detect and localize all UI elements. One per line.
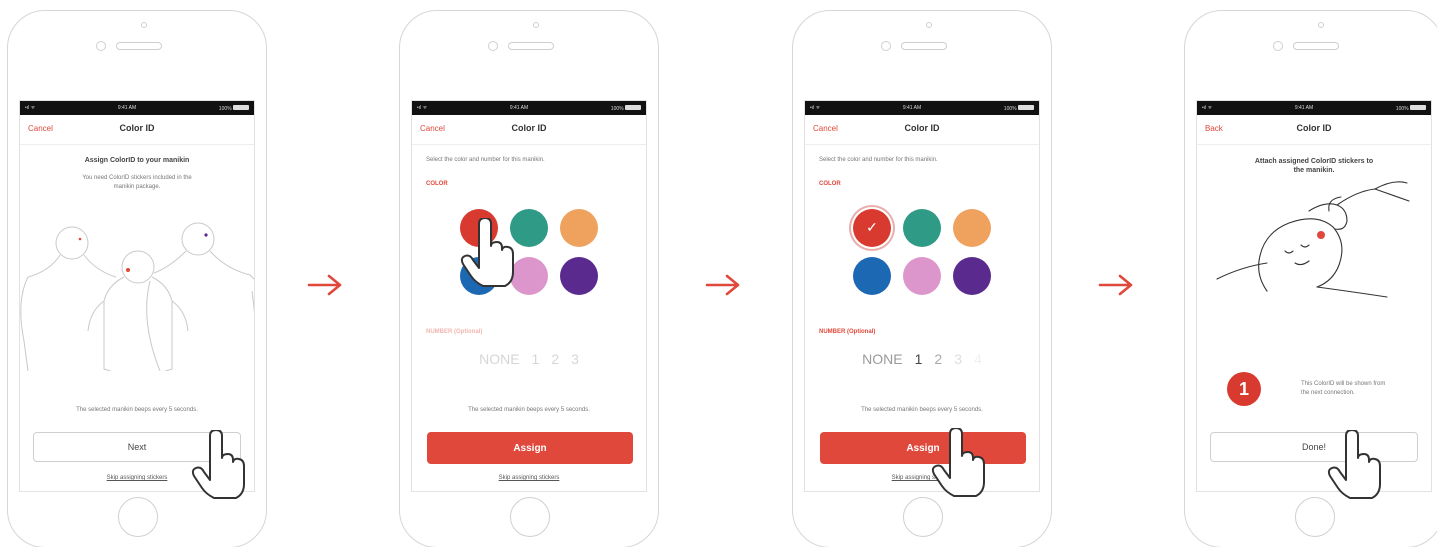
beep-note: The selected manikin beeps every 5 secon… <box>76 407 198 413</box>
battery-icon: 100% <box>1004 104 1034 112</box>
beep-note: The selected manikin beeps every 5 secon… <box>468 407 590 413</box>
battery-icon: 100% <box>1396 104 1426 112</box>
assign-button[interactable]: Assign <box>820 432 1026 464</box>
manikins-illustration <box>20 222 254 371</box>
number-option-none[interactable]: NONE <box>862 351 902 367</box>
checkmark-icon: ✓ <box>866 219 878 235</box>
skip-stickers-link[interactable]: Skip assigning stickers <box>805 475 1039 481</box>
status-bar: •ıl ᯤ 9:41 AM 100% <box>805 101 1039 115</box>
number-picker[interactable]: NONE 1 2 3 4 <box>805 351 1039 367</box>
home-button[interactable] <box>903 497 943 537</box>
nav-bar: Cancel Color ID <box>20 115 254 145</box>
status-time: 9:41 AM <box>902 105 922 111</box>
number-option-2[interactable]: 2 <box>551 351 559 367</box>
color-swatch-pink[interactable] <box>510 257 548 295</box>
color-swatch-red-selected[interactable]: ✓ <box>853 209 891 247</box>
color-swatch-purple[interactable] <box>953 257 991 295</box>
screen-step-2: •ıl ᯤ 9:41 AM 100% Cancel Color ID Selec… <box>411 100 647 492</box>
battery-icon: 100% <box>219 104 249 112</box>
home-button[interactable] <box>510 497 550 537</box>
speaker-grille <box>116 42 162 50</box>
status-bar: •ıl ᯤ 9:41 AM 100% <box>1197 101 1431 115</box>
color-label: COLOR <box>426 181 448 187</box>
home-button[interactable] <box>1295 497 1335 537</box>
camera-icon <box>96 41 106 51</box>
number-label: NUMBER (Optional) <box>819 329 876 335</box>
number-option-4[interactable]: 4 <box>974 351 982 367</box>
speaker-grille <box>508 42 554 50</box>
status-time: 9:41 AM <box>117 105 137 111</box>
number-picker[interactable]: NONE 1 2 3 <box>412 351 646 367</box>
instruction-text: Select the color and number for this man… <box>819 157 938 163</box>
number-label: NUMBER (Optional) <box>426 329 483 335</box>
color-swatch-green[interactable] <box>903 209 941 247</box>
done-button[interactable]: Done! <box>1210 432 1418 462</box>
tap-hand-icon <box>191 430 245 499</box>
status-bar: •ıl ᯤ 9:41 AM 100% <box>412 101 646 115</box>
color-label: COLOR <box>819 181 841 187</box>
color-swatch-pink[interactable] <box>903 257 941 295</box>
color-swatch-blue[interactable] <box>853 257 891 295</box>
phone-frame-step-4: •ıl ᯤ 9:41 AM 100% Back Color ID Attach … <box>1184 10 1437 547</box>
color-id-badge: 1 <box>1227 372 1261 406</box>
color-swatch-purple[interactable] <box>560 257 598 295</box>
arrow-right-icon <box>307 274 342 296</box>
number-option-2[interactable]: 2 <box>934 351 942 367</box>
instruction-text: Select the color and number for this man… <box>426 157 545 163</box>
page-title: Color ID <box>1296 123 1332 133</box>
signal-icon: •ıl ᯤ <box>810 105 821 111</box>
color-swatch-green[interactable] <box>510 209 548 247</box>
screen-step-3: •ıl ᯤ 9:41 AM 100% Cancel Color ID Selec… <box>804 100 1040 492</box>
page-title: Color ID <box>511 123 547 133</box>
number-option-3[interactable]: 3 <box>571 351 579 367</box>
number-option-3[interactable]: 3 <box>954 351 962 367</box>
camera-icon <box>1273 41 1283 51</box>
assign-button[interactable]: Assign <box>427 432 633 464</box>
tap-hand-icon <box>931 428 985 497</box>
arrow-right-icon <box>705 274 740 296</box>
home-button[interactable] <box>118 497 158 537</box>
arrow-right-icon <box>1098 274 1133 296</box>
speaker-grille <box>901 42 947 50</box>
number-option-1[interactable]: 1 <box>532 351 540 367</box>
camera-icon <box>881 41 891 51</box>
signal-icon: •ıl ᯤ <box>1202 105 1213 111</box>
camera-icon <box>488 41 498 51</box>
signal-icon: •ıl ᯤ <box>417 105 428 111</box>
sticker-note: You need ColorID stickers included in th… <box>82 175 192 190</box>
status-bar: •ıl ᯤ 9:41 AM 100% <box>20 101 254 115</box>
battery-icon: 100% <box>611 104 641 112</box>
nav-bar: Cancel Color ID <box>412 115 646 145</box>
beep-note: The selected manikin beeps every 5 secon… <box>861 407 983 413</box>
color-swatch-orange[interactable] <box>560 209 598 247</box>
number-option-1-selected[interactable]: 1 <box>915 351 923 367</box>
color-swatch-orange[interactable] <box>953 209 991 247</box>
phone-frame-step-2: •ıl ᯤ 9:41 AM 100% Cancel Color ID Selec… <box>399 10 659 547</box>
page-title: Color ID <box>119 123 155 133</box>
phone-frame-step-3: •ıl ᯤ 9:41 AM 100% Cancel Color ID Selec… <box>792 10 1052 547</box>
status-time: 9:41 AM <box>509 105 529 111</box>
info-text: This ColorID will be shown from the next… <box>1301 381 1386 396</box>
signal-icon: •ıl ᯤ <box>25 105 36 111</box>
tap-hand-icon <box>460 218 514 287</box>
nav-bar: Back Color ID <box>1197 115 1431 145</box>
tap-hand-icon <box>1327 430 1381 499</box>
screen-step-4: •ıl ᯤ 9:41 AM 100% Back Color ID Attach … <box>1196 100 1432 492</box>
attach-sticker-illustration <box>1216 181 1410 298</box>
nav-bar: Cancel Color ID <box>805 115 1039 145</box>
skip-stickers-link[interactable]: Skip assigning stickers <box>412 475 646 481</box>
page-title: Color ID <box>904 123 940 133</box>
assign-heading: Assign ColorID to your manikin <box>84 157 190 164</box>
number-option-none[interactable]: NONE <box>479 351 519 367</box>
status-time: 9:41 AM <box>1294 105 1314 111</box>
speaker-grille <box>1293 42 1339 50</box>
